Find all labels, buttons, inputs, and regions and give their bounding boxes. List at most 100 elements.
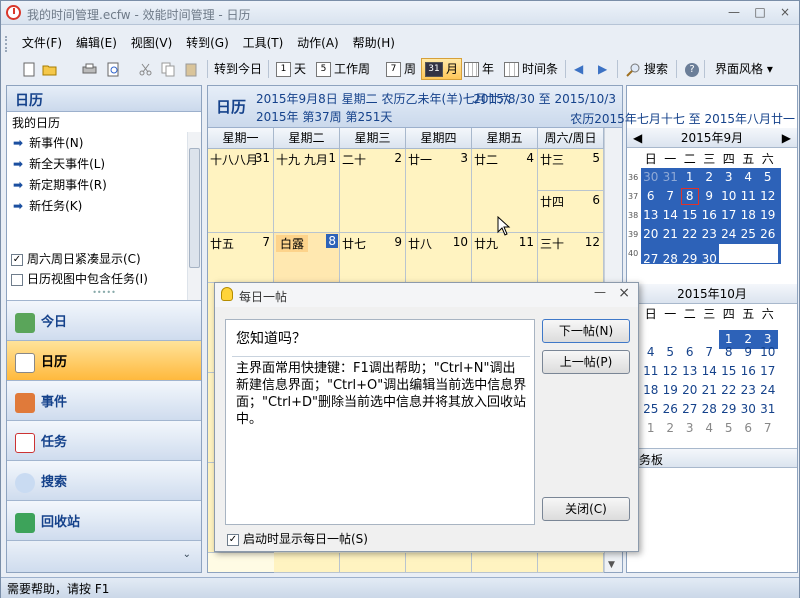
calendar-day[interactable] — [700, 324, 720, 343]
calendar-day[interactable]: 30 — [641, 168, 661, 187]
minimize-button[interactable]: — — [723, 3, 745, 21]
calendar-day[interactable]: 14 — [661, 206, 681, 225]
day-cell[interactable] — [406, 553, 472, 573]
calendar-day[interactable] — [758, 244, 778, 263]
calendar-day[interactable]: 1 — [680, 168, 700, 187]
calendar-day[interactable]: 22 — [680, 225, 700, 244]
calendar-day[interactable]: 22 — [719, 381, 739, 400]
calendar-day[interactable]: 3 — [719, 168, 739, 187]
calendar-day[interactable]: 16 — [739, 362, 759, 381]
nav-search[interactable]: 搜索 — [7, 460, 201, 500]
calendar-day[interactable] — [680, 324, 700, 343]
chevron-down-icon[interactable]: ▼ — [608, 560, 615, 570]
calendar-day[interactable]: 19 — [758, 206, 778, 225]
calendar-day[interactable]: 6 — [680, 343, 700, 362]
goto-today-button[interactable]: 转到今日 — [211, 58, 265, 80]
cut-icon[interactable] — [135, 58, 159, 80]
calendar-day[interactable]: 14 — [700, 362, 720, 381]
calendar-day[interactable]: 2 — [700, 168, 720, 187]
close-dialog-button[interactable]: 关闭(C) — [542, 497, 630, 521]
search-button[interactable]: 搜索 — [623, 58, 671, 80]
chevron-down-icon[interactable]: ⌄ — [183, 549, 191, 560]
calendar-day[interactable]: 18 — [739, 206, 759, 225]
calendar-day[interactable]: 5 — [661, 343, 681, 362]
compact-weekend-checkbox[interactable]: ✓ 周六周日紧凑显示(C) — [11, 250, 141, 267]
calendar-day[interactable]: 10 — [758, 343, 778, 362]
day-cell[interactable]: 十八八月 31 — [208, 149, 274, 233]
next-month-arrow-icon[interactable]: ▶ — [782, 128, 791, 148]
calendar-day[interactable]: 4 — [641, 343, 661, 362]
day-cell[interactable]: 廿三 5 — [538, 149, 604, 191]
day-cell[interactable]: 廿七 9 — [340, 233, 406, 283]
calendar-day[interactable]: 12 — [758, 187, 778, 206]
prev-month-arrow-icon[interactable]: ◀ — [633, 128, 642, 148]
calendar-day[interactable]: 5 — [758, 168, 778, 187]
calendar-day[interactable]: 25 — [739, 225, 759, 244]
calendar-day[interactable]: 4 — [700, 419, 720, 438]
calendar-day[interactable]: 4 — [739, 168, 759, 187]
calendar-day[interactable]: 15 — [719, 362, 739, 381]
calendar-day[interactable]: 23 — [739, 381, 759, 400]
show-on-start-checkbox[interactable]: ✓ 启动时显示每日一帖(S) — [227, 530, 368, 547]
calendar-day[interactable]: 6 — [641, 187, 661, 206]
nav-events[interactable]: 事件 — [7, 380, 201, 420]
calendar-day[interactable]: 16 — [700, 206, 720, 225]
day-view-button[interactable]: 1天 — [273, 58, 309, 80]
include-tasks-checkbox[interactable]: 日历视图中包含任务(I) — [11, 270, 148, 287]
menu-help[interactable]: 帮助(H) — [348, 31, 400, 54]
nav-today[interactable]: 今日 — [7, 300, 201, 340]
help-icon[interactable]: ? — [682, 58, 702, 80]
day-cell[interactable] — [274, 553, 340, 573]
ui-style-dropdown[interactable]: 界面风格 ▾ — [712, 58, 776, 80]
calendar-day[interactable]: 27 — [641, 250, 661, 269]
calendar-day[interactable]: 15 — [680, 206, 700, 225]
calendar-day[interactable]: 11 — [641, 362, 661, 381]
calendar-day[interactable]: 24 — [719, 225, 739, 244]
calendar-day[interactable]: 3 — [680, 419, 700, 438]
calendar-day[interactable]: 19 — [661, 381, 681, 400]
menu-file[interactable]: 文件(F) — [17, 31, 67, 54]
calendar-day[interactable]: 30 — [739, 400, 759, 419]
day-cell[interactable]: 三十 12 — [538, 233, 604, 283]
calendar-day[interactable]: 7 — [661, 187, 681, 206]
maximize-button[interactable]: □ — [749, 3, 771, 21]
scrollbar-thumb[interactable] — [189, 148, 200, 268]
calendar-day[interactable] — [661, 324, 681, 343]
dialog-minimize-button[interactable]: — — [594, 285, 606, 299]
calendar-day[interactable]: 9 — [739, 343, 759, 362]
calendar-day[interactable]: 6 — [739, 419, 759, 438]
close-button[interactable]: × — [774, 3, 796, 21]
calendar-day[interactable]: 28 — [661, 250, 681, 269]
day-cell[interactable]: 廿四 6 — [538, 191, 604, 233]
calendar-day[interactable]: 26 — [661, 400, 681, 419]
copy-icon[interactable] — [158, 58, 182, 80]
month-view-button[interactable]: 31 月 — [421, 58, 463, 80]
nav-calendar[interactable]: 日历 — [7, 340, 201, 380]
next-tip-button[interactable]: 下一帖(N) — [542, 319, 630, 343]
calendar-day[interactable]: 8 — [719, 343, 739, 362]
calendar-day[interactable]: 7 — [700, 343, 720, 362]
day-cell[interactable] — [538, 553, 604, 573]
nav-recycle-bin[interactable]: 回收站 — [7, 500, 201, 540]
nav-tasks[interactable]: 任务 — [7, 420, 201, 460]
calendar-day[interactable]: 25 — [641, 400, 661, 419]
calendar-day[interactable]: 29 — [680, 250, 700, 269]
prev-tip-button[interactable]: 上一帖(P) — [542, 350, 630, 374]
calendar-day[interactable]: 2 — [661, 419, 681, 438]
calendar-day[interactable]: 30 — [700, 250, 720, 269]
calendar-day[interactable]: 7 — [758, 419, 778, 438]
dialog-close-icon[interactable]: × — [618, 285, 630, 301]
timeline-button[interactable]: 时间条 — [501, 58, 561, 80]
calendar-day[interactable]: 21 — [661, 225, 681, 244]
day-cell[interactable]: 廿八 10 — [406, 233, 472, 283]
calendar-day[interactable]: 27 — [680, 400, 700, 419]
calendar-day[interactable]: 28 — [700, 400, 720, 419]
open-folder-icon[interactable] — [39, 58, 63, 80]
calendar-day[interactable]: 10 — [719, 187, 739, 206]
day-cell[interactable]: 廿五 7 — [208, 233, 274, 283]
calendar-day[interactable]: 31 — [758, 400, 778, 419]
calendar-day[interactable]: 13 — [641, 206, 661, 225]
print-icon[interactable] — [79, 58, 103, 80]
calendar-day[interactable]: 31 — [661, 168, 681, 187]
menu-tools[interactable]: 工具(T) — [238, 31, 289, 54]
